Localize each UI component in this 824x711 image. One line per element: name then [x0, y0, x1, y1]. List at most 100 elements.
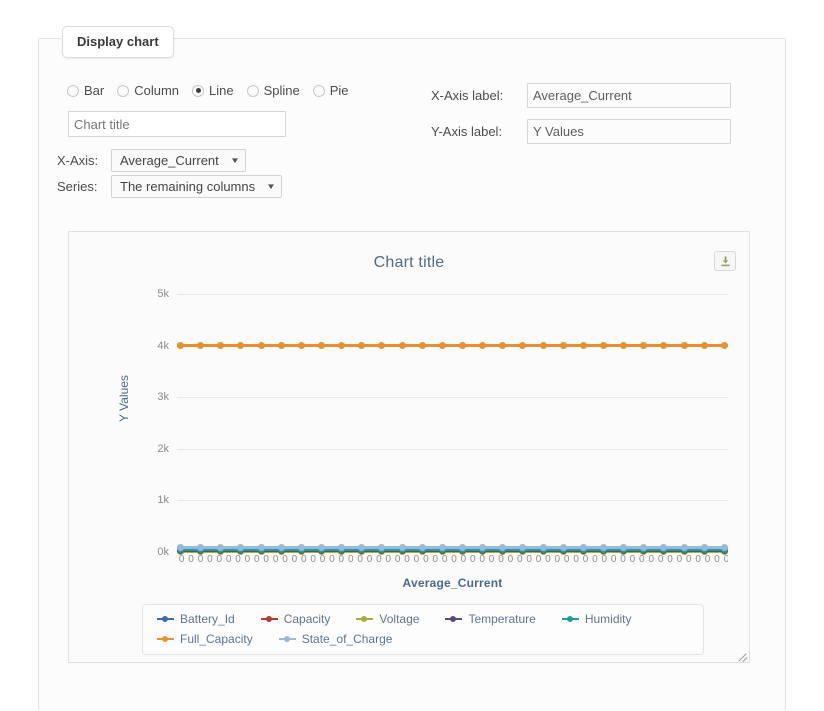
x-axis-select[interactable]: Average_Current ▼ — [111, 149, 246, 172]
data-point-marker — [680, 544, 688, 552]
legend-item-label: Voltage — [379, 612, 420, 626]
chart-type-option-pie[interactable]: Pie — [312, 83, 349, 98]
chart-legend[interactable]: Battery_Id Capacity Voltage Temperature Humi… — [142, 604, 704, 655]
x-axis-tick-label: 0 — [423, 554, 429, 565]
data-point-marker — [197, 342, 205, 350]
x-axis-tick-label: 0 — [554, 554, 561, 565]
data-point-marker — [338, 342, 346, 350]
data-point-marker — [358, 544, 366, 552]
tab-display-chart[interactable]: Display chart — [62, 26, 174, 58]
x-axis-tick-label: 0 — [610, 554, 617, 565]
data-point-marker — [217, 342, 225, 350]
data-point-marker — [660, 342, 668, 350]
legend-item[interactable]: State_of_Charge — [278, 632, 393, 646]
data-point-marker — [398, 342, 406, 350]
data-point-marker — [499, 544, 507, 552]
chart-type-option-line[interactable]: Line — [192, 83, 234, 98]
legend-item[interactable]: Full_Capacity — [157, 632, 253, 646]
legend-item-label: Humidity — [584, 612, 632, 626]
x-axis-tick-label: 0 — [263, 554, 269, 565]
gridline — [177, 500, 728, 502]
x-axis-tick-label: 0 — [479, 554, 485, 565]
data-point-marker — [700, 544, 708, 552]
x-axis-tick-label: 0 — [488, 554, 495, 565]
x-axis-tick-label: 0 — [235, 554, 241, 565]
data-point-marker — [458, 342, 466, 350]
gridline — [177, 294, 728, 295]
radio-indicator-pie[interactable] — [312, 84, 325, 97]
data-point-marker — [177, 342, 184, 350]
y-axis-tick-label: 3k — [157, 391, 169, 404]
data-point-marker — [700, 342, 708, 350]
legend-marker-icon — [445, 615, 463, 623]
data-point-marker — [640, 544, 648, 552]
data-point-marker — [237, 342, 245, 350]
legend-item[interactable]: Voltage — [356, 612, 419, 626]
chart-type-option-spline[interactable]: Spline — [246, 83, 300, 98]
series-select-row: Series: The remaining columns ▼ — [57, 175, 283, 198]
x-axis-tick-label: 0 — [310, 554, 316, 565]
x-axis-tick-label: 0 — [470, 554, 476, 565]
x-axis-tick-label: 0 — [197, 554, 204, 565]
plot-area: 0k 1k 2k 3k 4k 5k — [157, 288, 728, 558]
legend-marker-icon — [278, 635, 296, 643]
data-point-marker — [277, 342, 285, 350]
chart-type-option-bar[interactable]: Bar — [67, 83, 104, 98]
radio-indicator-line[interactable] — [192, 84, 205, 97]
series-markers — [177, 342, 728, 350]
data-point-marker — [539, 544, 547, 552]
series-markers — [177, 544, 728, 552]
data-point-marker — [177, 544, 184, 552]
x-axis-tick-label: 0 — [216, 554, 223, 565]
y-axis-tick-label: 1k — [157, 494, 169, 507]
data-point-marker — [197, 544, 205, 552]
x-axis-select-row: X-Axis: Average_Current ▼ — [57, 149, 246, 172]
legend-item[interactable]: Capacity — [260, 612, 331, 626]
x-axis-tick-label: 0 — [648, 554, 654, 565]
chart-type-radio-group[interactable]: Bar Column Line Spline Pie — [67, 83, 358, 98]
legend-item[interactable]: Battery_Id — [157, 612, 235, 626]
x-axis-tick-label: 0 — [686, 554, 692, 565]
x-axis-label-caption: X-Axis label: — [431, 88, 504, 103]
radio-indicator-spline[interactable] — [246, 84, 259, 97]
x-axis-tick-label: 0 — [620, 554, 626, 565]
y-axis-label-caption: Y-Axis label: — [431, 124, 503, 139]
radio-indicator-bar[interactable] — [67, 84, 79, 97]
data-point-marker — [599, 342, 607, 350]
x-axis-label-input[interactable] — [527, 83, 731, 108]
legend-item[interactable]: Temperature — [445, 612, 536, 626]
legend-item[interactable]: Humidity — [561, 612, 632, 626]
download-icon[interactable] — [714, 251, 736, 271]
legend-item-label: State_of_Charge — [301, 632, 393, 646]
x-axis-tick-label: 0 — [319, 554, 326, 565]
x-axis-tick-label: 0 — [432, 554, 439, 565]
series-select[interactable]: The remaining columns ▼ — [111, 175, 283, 198]
x-axis-tick-label: 0 — [704, 554, 711, 565]
chart-resize-handle[interactable] — [736, 649, 748, 661]
x-axis-tick-label: 0 — [188, 554, 194, 565]
chart-type-label-column: Column — [134, 83, 180, 98]
chart-type-option-column[interactable]: Column — [117, 83, 179, 98]
x-axis-tick-label: 0 — [404, 554, 410, 565]
chevron-down-icon: ▼ — [266, 181, 277, 191]
gridline — [177, 397, 728, 399]
data-point-marker — [720, 544, 728, 552]
x-axis-tick-label: 0 — [366, 554, 373, 565]
chart-title-input[interactable] — [68, 111, 286, 137]
x-axis-tick-label: 0 — [601, 554, 608, 565]
x-axis-tick-label: 0 — [695, 554, 701, 565]
x-axis-tick-label: 0 — [300, 554, 307, 565]
y-axis-tick-label: 4k — [157, 339, 169, 352]
x-axis-tick-label: 0 — [178, 554, 185, 565]
x-axis-tick-label: 0 — [573, 554, 579, 565]
x-axis-tick-label: 0 — [629, 554, 636, 565]
legend-item-label: Capacity — [283, 612, 331, 626]
y-axis-label-input[interactable] — [527, 119, 731, 144]
data-point-marker — [418, 342, 426, 350]
data-point-marker — [579, 544, 587, 552]
x-axis-tick-label: 0 — [592, 554, 598, 565]
data-point-marker — [479, 342, 487, 350]
radio-indicator-column[interactable] — [117, 84, 130, 97]
data-point-marker — [418, 544, 426, 552]
data-point-marker — [559, 342, 567, 350]
